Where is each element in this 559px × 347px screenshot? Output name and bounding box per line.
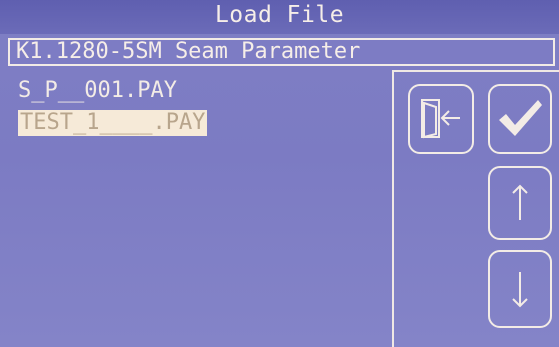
- confirm-button[interactable]: [488, 84, 552, 154]
- exit-icon: [421, 99, 460, 139]
- exit-button[interactable]: [408, 84, 474, 154]
- path-text: K1.1280-5SM Seam Parameter: [16, 39, 361, 64]
- action-panel: [392, 70, 559, 347]
- arrow-down-icon: [512, 272, 528, 308]
- file-item-1[interactable]: S_P__001.PAY: [18, 78, 177, 104]
- arrow-up-icon: [512, 184, 528, 220]
- path-field[interactable]: K1.1280-5SM Seam Parameter: [8, 38, 555, 66]
- checkmark-icon: [499, 100, 542, 136]
- file-item-2-selected[interactable]: TEST_1____.PAY: [18, 110, 208, 136]
- dialog-title: Load File: [214, 2, 345, 28]
- title-bar: Load File: [0, 0, 559, 34]
- scroll-down-button[interactable]: [488, 250, 552, 328]
- scroll-up-button[interactable]: [488, 166, 552, 240]
- file-list: S_P__001.PAY TEST_1____.PAY: [18, 78, 378, 338]
- load-file-dialog: Load File K1.1280-5SM Seam Parameter S_P…: [0, 0, 559, 347]
